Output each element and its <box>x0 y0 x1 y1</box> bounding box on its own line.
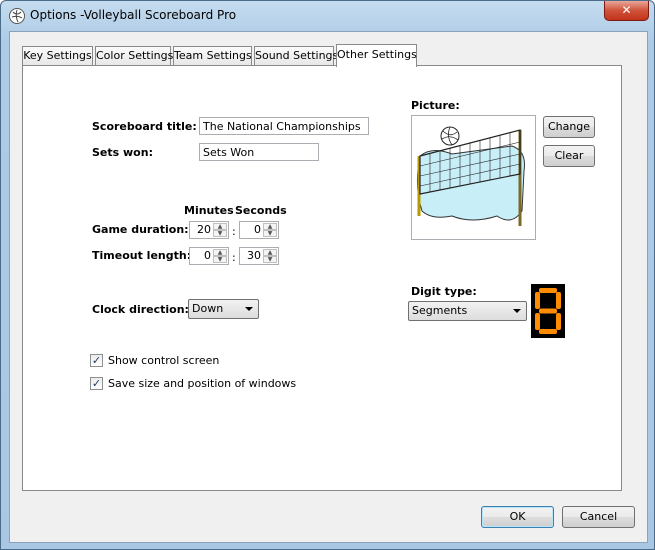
tab-key-settings[interactable]: Key Settings <box>22 46 93 66</box>
ok-button[interactable]: OK <box>481 506 554 528</box>
spin-down-icon[interactable]: ▼ <box>213 256 227 263</box>
spin-up-icon[interactable]: ▲ <box>213 249 227 256</box>
sets-won-input[interactable]: Sets Won <box>199 143 319 161</box>
scoreboard-title-label: Scoreboard title: <box>92 120 197 133</box>
window-title: Options -Volleyball Scoreboard Pro <box>30 8 237 22</box>
volleyball-net-icon <box>416 126 525 226</box>
spin-down-icon[interactable]: ▼ <box>213 230 227 237</box>
clear-picture-button[interactable]: Clear <box>543 145 595 167</box>
tab-other-settings[interactable]: Other Settings <box>336 44 417 67</box>
game-duration-minutes-stepper[interactable]: 20 ▲ ▼ <box>189 221 229 239</box>
other-settings-panel: Scoreboard title: The National Champions… <box>22 65 622 491</box>
dropdown-arrow-icon <box>245 307 253 311</box>
time-separator: : <box>232 225 236 238</box>
title-bar[interactable]: Options -Volleyball Scoreboard Pro ✕ <box>1 1 654 30</box>
digit-preview <box>531 284 565 338</box>
spin-up-icon[interactable]: ▲ <box>263 249 277 256</box>
scoreboard-title-input[interactable]: The National Championships <box>199 117 369 135</box>
dialog-client: Key Settings Color Settings Team Setting… <box>9 31 648 543</box>
tab-team-settings[interactable]: Team Settings <box>173 46 252 66</box>
spin-up-icon[interactable]: ▲ <box>263 223 277 230</box>
cancel-button[interactable]: Cancel <box>562 506 635 528</box>
timeout-seconds-stepper[interactable]: 30 ▲ ▼ <box>239 247 279 265</box>
picture-label: Picture: <box>411 99 460 112</box>
close-button[interactable]: ✕ <box>604 1 649 21</box>
picture-preview <box>411 115 536 240</box>
tab-color-settings[interactable]: Color Settings <box>95 46 173 66</box>
seconds-header: Seconds <box>235 204 287 217</box>
timeout-minutes-value: 0 <box>204 249 211 262</box>
options-window: Options -Volleyball Scoreboard Pro ✕ Key… <box>0 0 655 550</box>
game-duration-seconds-stepper[interactable]: 0 ▲ ▼ <box>239 221 279 239</box>
timeout-length-label: Timeout length: <box>92 249 192 262</box>
save-size-label: Save size and position of windows <box>108 377 297 390</box>
game-duration-label: Game duration: <box>92 223 189 236</box>
sets-won-label: Sets won: <box>92 146 153 159</box>
timeout-seconds-value: 30 <box>247 249 261 262</box>
volleyball-app-icon <box>9 8 25 24</box>
digit-type-label: Digit type: <box>411 285 477 298</box>
spin-up-icon[interactable]: ▲ <box>213 223 227 230</box>
spin-down-icon[interactable]: ▼ <box>263 230 277 237</box>
change-picture-button[interactable]: Change <box>543 116 595 138</box>
clock-direction-value: Down <box>192 302 224 315</box>
timeout-minutes-stepper[interactable]: 0 ▲ ▼ <box>189 247 229 265</box>
save-size-checkbox[interactable]: ✓ <box>90 377 103 390</box>
show-control-screen-checkbox[interactable]: ✓ <box>90 354 103 367</box>
dropdown-arrow-icon <box>513 309 521 313</box>
clock-direction-select[interactable]: Down <box>188 299 259 319</box>
time-separator: : <box>232 251 236 264</box>
spin-down-icon[interactable]: ▼ <box>263 256 277 263</box>
minutes-header: Minutes <box>184 204 234 217</box>
digit-type-select[interactable]: Segments <box>408 301 527 321</box>
show-control-screen-label: Show control screen <box>108 354 220 367</box>
tab-sound-settings[interactable]: Sound Settings <box>254 46 338 66</box>
seven-segment-digit-icon <box>535 288 561 334</box>
clock-direction-label: Clock direction: <box>92 303 189 316</box>
game-duration-minutes-value: 20 <box>197 223 211 236</box>
game-duration-seconds-value: 0 <box>254 223 261 236</box>
digit-type-value: Segments <box>412 304 468 317</box>
